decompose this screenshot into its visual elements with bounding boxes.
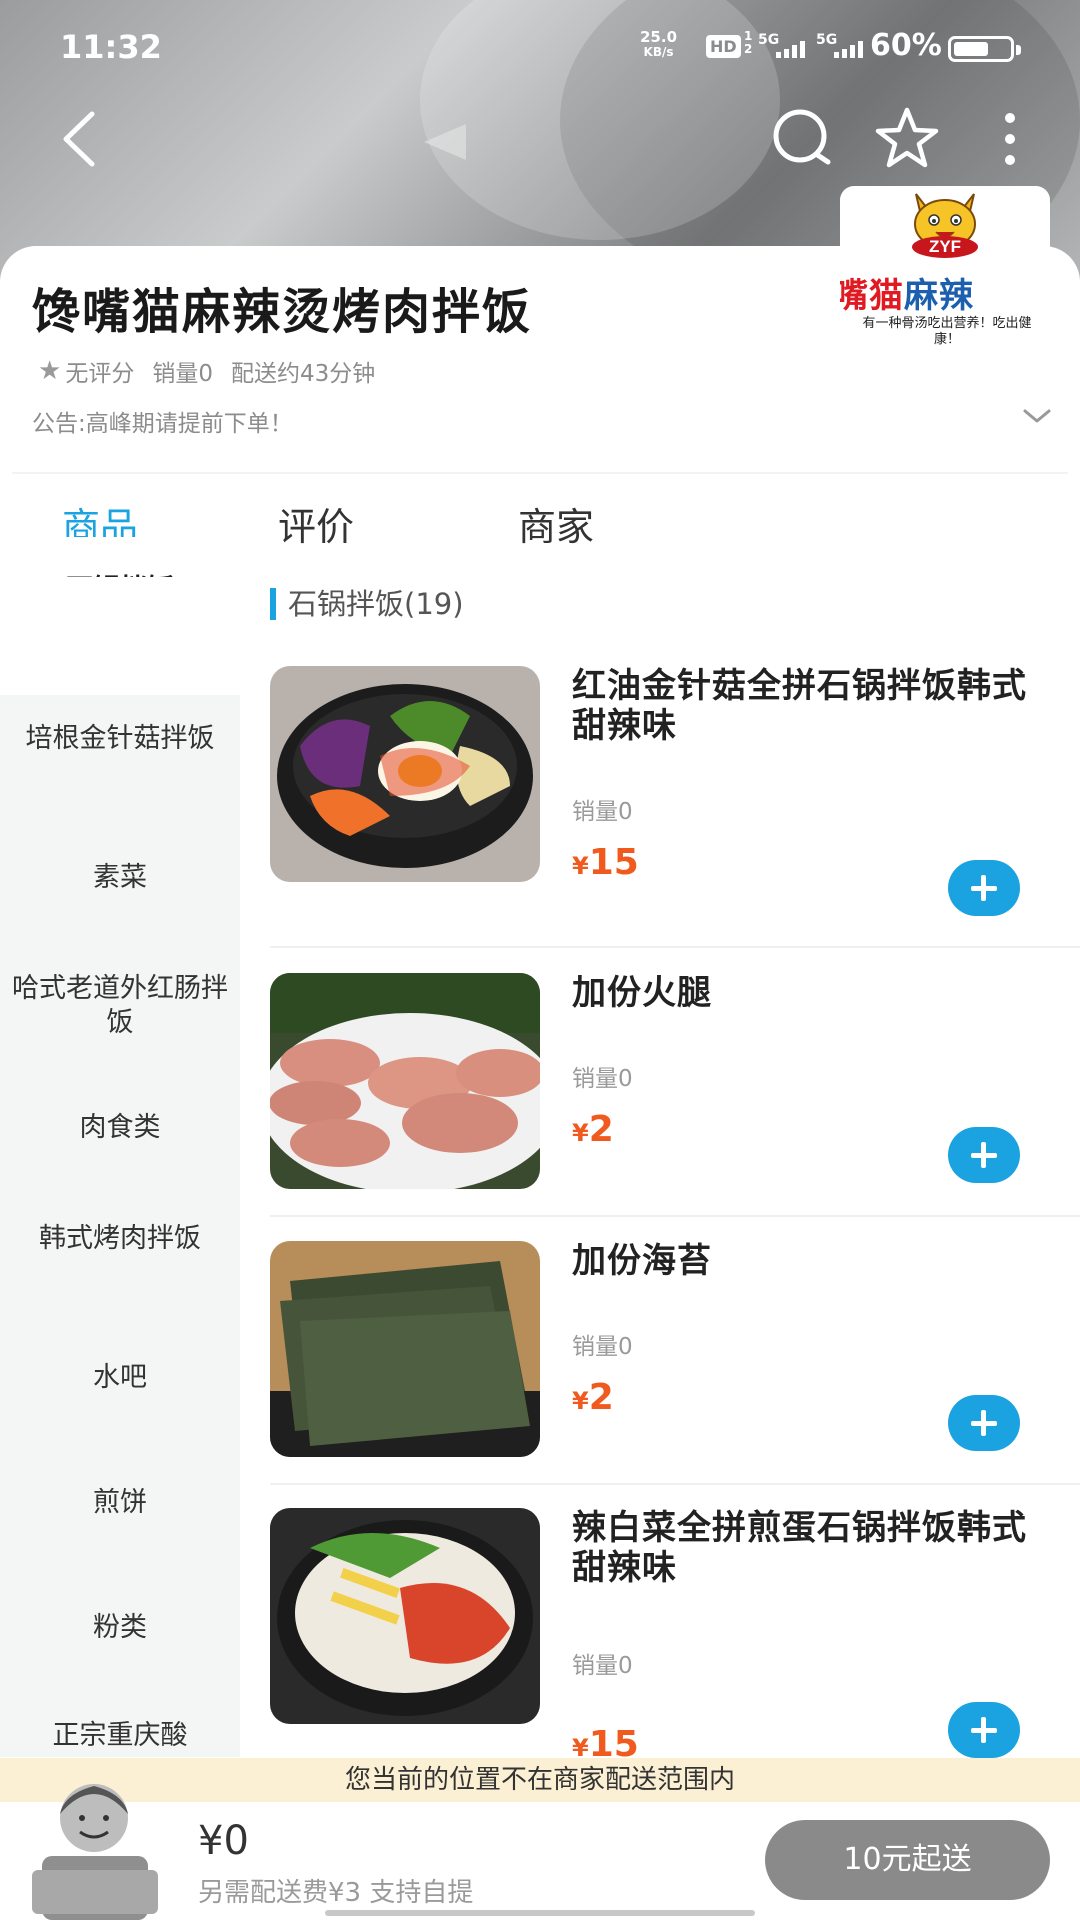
product-image[interactable] (270, 666, 540, 882)
logo-brand-part2: 麻辣 (904, 276, 974, 316)
rating-star-icon: ★ (38, 356, 62, 386)
more-vertical-icon[interactable] (980, 104, 1050, 174)
shop-notice[interactable]: 公告:高峰期请提前下单！ (32, 404, 293, 438)
product-sales: 销量0 (572, 799, 633, 825)
hd-sub: 2 (744, 42, 753, 56)
shop-title: 馋嘴猫麻辣烫烤肉拌饭 (32, 284, 533, 340)
battery-icon (948, 36, 1021, 62)
product-name: 加份海苔 (572, 1241, 712, 1281)
product-image[interactable] (270, 1241, 540, 1457)
signal-bars-1-icon (776, 40, 805, 58)
home-indicator[interactable] (325, 1910, 755, 1916)
cart-avatar-icon[interactable] (30, 1774, 160, 1920)
back-icon[interactable] (48, 104, 118, 174)
divider (12, 472, 1068, 474)
add-to-cart-button[interactable] (948, 1127, 1020, 1183)
hd-label: HD (710, 37, 737, 56)
tab-reviews[interactable]: 评价 (278, 496, 354, 551)
product-name: 辣白菜全拼煎蛋石锅拌饭韩式甜辣味 (572, 1508, 1027, 1588)
product-sales: 销量0 (572, 1653, 633, 1679)
logo-slogan: 有一种骨汤吃出营养！吃出健康！ (862, 316, 1032, 347)
product-sales: 销量0 (572, 1066, 633, 1092)
net-speed-unit: KB/s (643, 45, 674, 59)
product-name: 加份火腿 (572, 973, 712, 1013)
category-item[interactable]: 韩式烤肉拌饭 (0, 1222, 240, 1256)
category-item[interactable]: 水吧 (0, 1361, 240, 1395)
divider (270, 1215, 1080, 1217)
delivery-range-notice: 您当前的位置不在商家配送范围内 (0, 1758, 1080, 1802)
product-name: 红油金针菇全拼石锅拌饭韩式甜辣味 (572, 666, 1027, 746)
status-bar: 11:32 25.0 KB/s HD 1 2 5G 5G 60% (0, 0, 1080, 96)
product-image[interactable] (270, 973, 540, 1189)
shop-meta: ★ 无评分 销量0 配送约43分钟 (38, 354, 375, 388)
min-order-button[interactable]: 10元起送 (765, 1820, 1050, 1900)
divider (270, 946, 1080, 948)
hd-indices: 1 2 (744, 30, 752, 56)
category-item[interactable]: 粉类 (0, 1611, 240, 1645)
category-item[interactable]: 煎饼 (0, 1486, 240, 1520)
logo-brand-part1: 嘴猫 (840, 276, 904, 316)
banner-decoration (424, 124, 466, 160)
product-item[interactable]: 加份火腿 销量0 ¥2 (270, 973, 1080, 1241)
shop-sales: 销量0 (152, 361, 213, 387)
logo-brand: 嘴猫麻辣 (840, 268, 974, 317)
product-price-value: 2 (588, 1109, 614, 1150)
delivery-fee-note: 另需配送费¥3 支持自提 (198, 1878, 474, 1908)
battery-percent: 60% (870, 28, 942, 63)
shop-delivery-time: 配送约43分钟 (230, 361, 376, 387)
product-sales: 销量0 (572, 1334, 633, 1360)
tab-merchant[interactable]: 商家 (518, 496, 594, 551)
product-item[interactable]: 红油金针菇全拼石锅拌饭韩式甜辣味 销量0 ¥15 (270, 666, 1080, 948)
add-to-cart-button[interactable] (948, 860, 1020, 916)
category-item[interactable]: 素菜 (0, 861, 240, 895)
hd-icon: HD (706, 35, 741, 58)
net-speed-value: 25.0 (640, 28, 678, 46)
category-sidebar: 石锅拌饭 培根金针菇拌饭 素菜 哈式老道外红肠拌饭 肉食类 韩式烤肉拌饭 水吧 … (0, 537, 240, 1757)
section-title: 石锅拌饭(19) (270, 588, 464, 620)
add-to-cart-button[interactable] (948, 1702, 1020, 1758)
signal-bars-2-icon (834, 40, 863, 58)
search-icon[interactable] (766, 104, 836, 174)
product-price-value: 15 (588, 842, 639, 883)
category-item[interactable]: 哈式老道外红肠拌饭 (0, 972, 240, 1040)
net-speed: 25.0 KB/s (640, 30, 677, 60)
logo-badge: ZYF (912, 236, 978, 258)
product-price: ¥2 (572, 1109, 614, 1150)
product-price: ¥15 (572, 842, 639, 883)
cart-total: ¥0 (198, 1818, 249, 1864)
category-item[interactable]: 正宗重庆酸 (0, 1719, 240, 1753)
currency-symbol: ¥ (572, 1119, 589, 1147)
shop-logo: ZYF 嘴猫麻辣 有一种骨汤吃出营养！吃出健康！ (840, 186, 1050, 356)
product-image[interactable] (270, 1508, 540, 1724)
chevron-down-icon[interactable] (1022, 406, 1052, 426)
category-item[interactable]: 肉食类 (0, 1111, 240, 1145)
status-time: 11:32 (60, 28, 162, 66)
product-item[interactable]: 加份海苔 销量0 ¥2 (270, 1241, 1080, 1509)
product-item[interactable]: 辣白菜全拼煎蛋石锅拌饭韩式甜辣味 销量0 ¥15 (270, 1508, 1080, 1765)
currency-symbol: ¥ (572, 1387, 589, 1415)
category-item[interactable]: 培根金针菇拌饭 (0, 722, 240, 756)
add-to-cart-button[interactable] (948, 1395, 1020, 1451)
product-price-value: 2 (588, 1377, 614, 1418)
shop-rating: 无评分 (65, 361, 135, 387)
category-sidebar-active-bg (0, 577, 240, 695)
currency-symbol: ¥ (572, 852, 589, 880)
product-price: ¥2 (572, 1377, 614, 1418)
divider (270, 1483, 1080, 1485)
star-icon[interactable] (872, 104, 942, 174)
